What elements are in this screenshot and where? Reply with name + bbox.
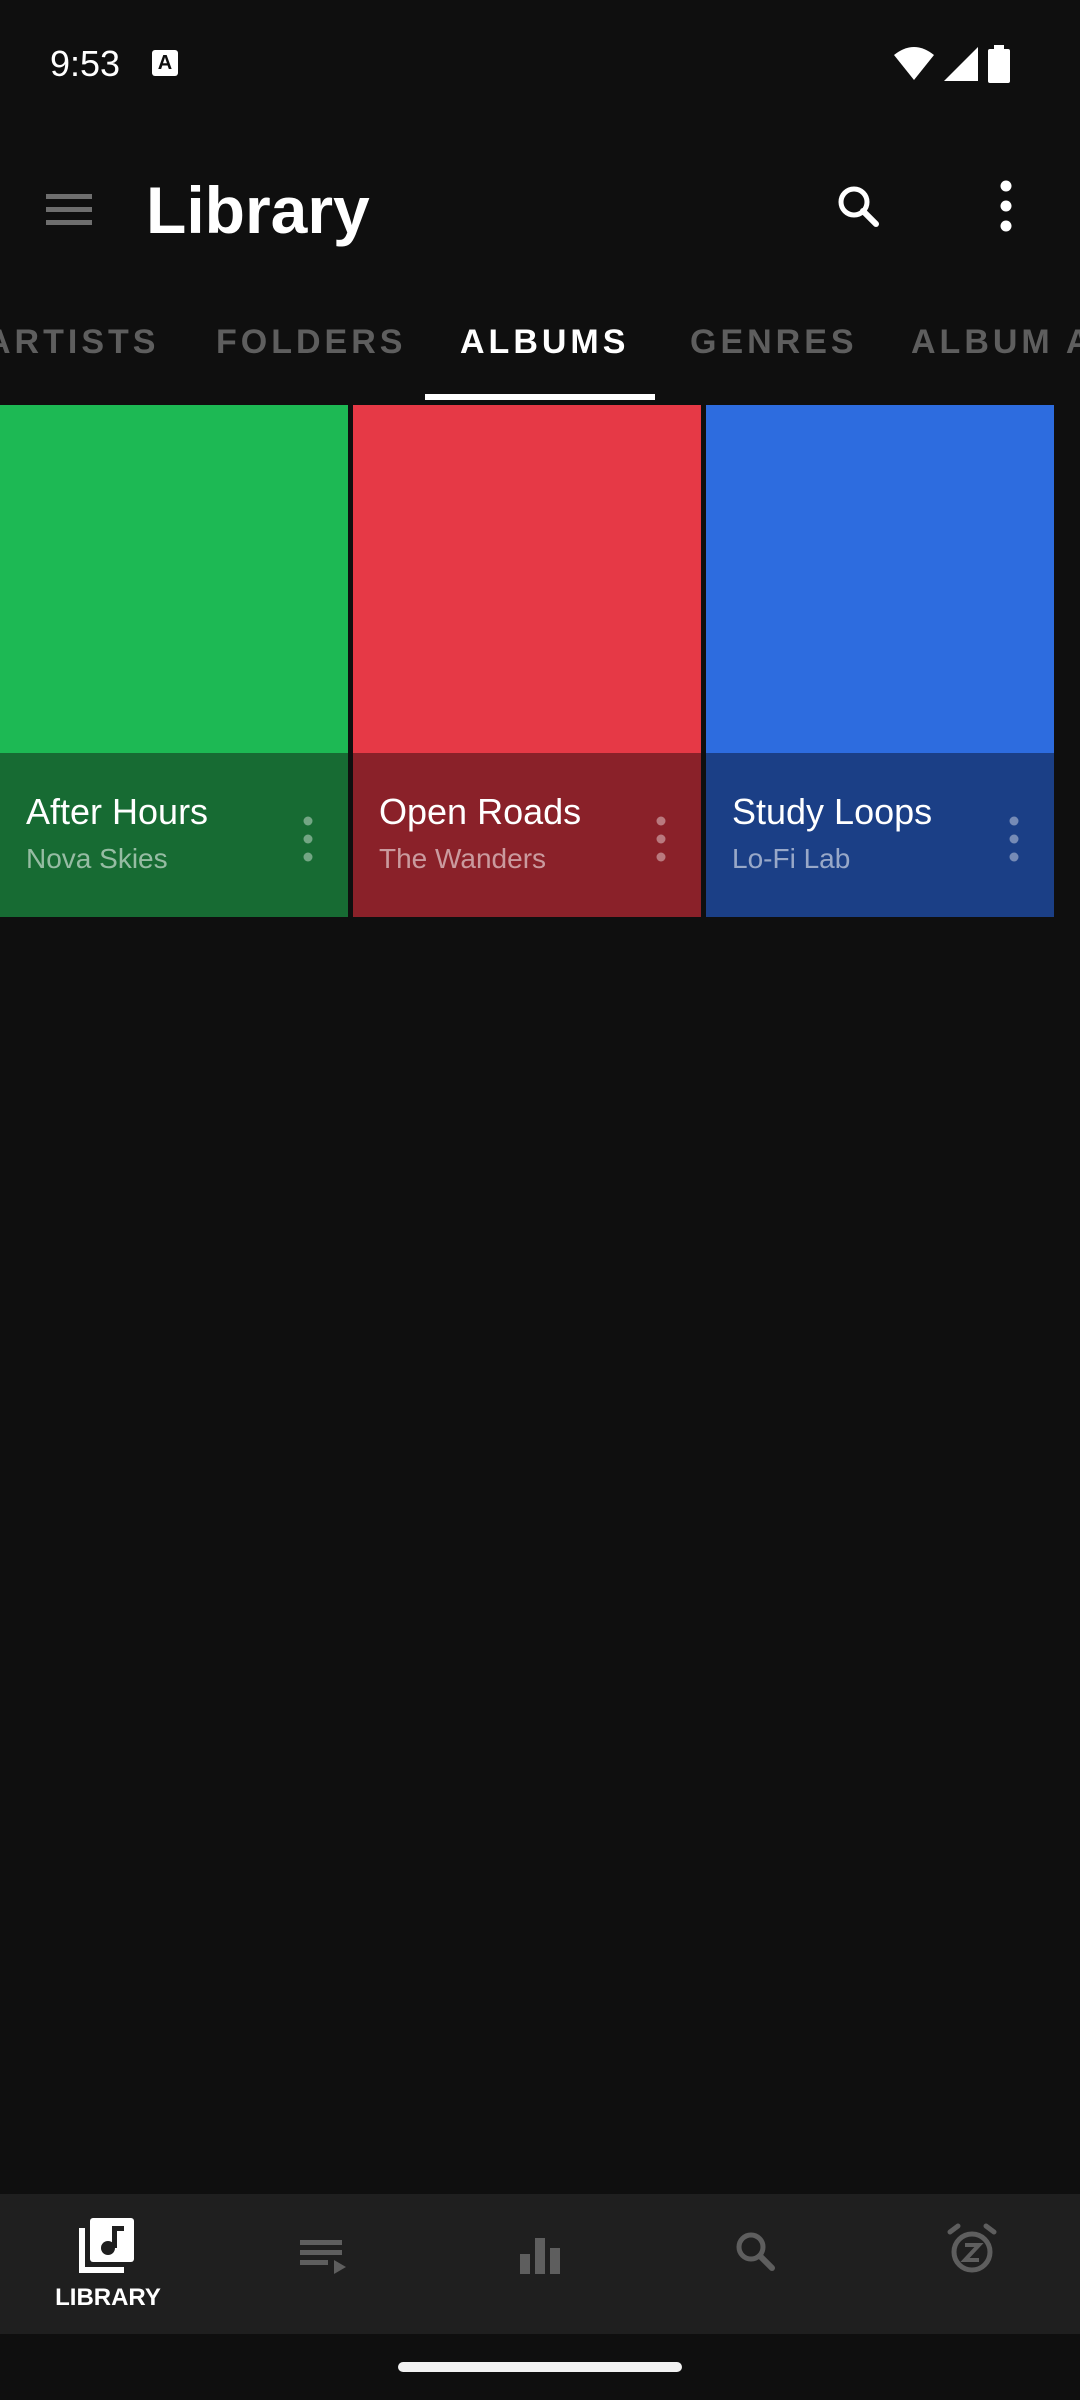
album-artist: The Wanders: [379, 843, 547, 874]
nav-label-library: LIBRARY: [55, 2284, 161, 2311]
tab-artists[interactable]: ARTISTS: [0, 320, 159, 364]
app-bar: Library: [0, 130, 1080, 290]
album-more-icon[interactable]: [641, 809, 681, 869]
status-bar: 9:53 A: [0, 0, 1080, 130]
album-art[interactable]: [706, 405, 1054, 753]
status-time: 9:53: [50, 43, 121, 84]
wifi-icon: [894, 47, 934, 80]
library-music-icon: [79, 2218, 134, 2273]
album-artist: Nova Skies: [26, 843, 168, 874]
album-artist: Lo-Fi Lab: [732, 843, 851, 874]
album-card[interactable]: Study Loops Lo-Fi Lab: [706, 405, 1054, 917]
cell-signal-icon: [944, 47, 978, 81]
bar-chart-icon: [520, 2238, 560, 2274]
nav-item-search[interactable]: [648, 2194, 864, 2334]
nav-item-library[interactable]: LIBRARY: [0, 2194, 216, 2334]
nav-item-queue[interactable]: [216, 2194, 432, 2334]
more-vertical-icon[interactable]: [970, 172, 1042, 244]
album-info: Study Loops Lo-Fi Lab: [706, 753, 1054, 917]
album-info: Open Roads The Wanders: [353, 753, 701, 917]
albums-grid: After Hours Nova Skies Open Roads The Wa…: [0, 405, 1080, 917]
active-tab-indicator: [425, 394, 655, 400]
sleep-timer-icon: [947, 2223, 997, 2273]
search-icon[interactable]: [822, 172, 894, 244]
nav-item-stats[interactable]: [432, 2194, 648, 2334]
album-art[interactable]: [0, 405, 348, 753]
album-art[interactable]: [353, 405, 701, 753]
library-tabs: ARTISTS FOLDERS ALBUMS GENRES ALBUM A: [0, 290, 1080, 400]
album-card[interactable]: Open Roads The Wanders: [353, 405, 701, 917]
app-screen: 9:53 A Library ARTISTS FOLDERS ALBUMS GE…: [0, 0, 1080, 2400]
album-info: After Hours Nova Skies: [0, 753, 348, 917]
nav-item-sleep-timer[interactable]: [864, 2194, 1080, 2334]
tab-album-artists[interactable]: ALBUM A: [911, 320, 1080, 364]
text-a-icon: A: [152, 50, 178, 76]
page-title: Library: [146, 173, 370, 247]
album-title: Open Roads: [379, 791, 582, 832]
playlist-play-icon: [300, 2240, 346, 2274]
tab-genres[interactable]: GENRES: [690, 320, 858, 364]
bottom-navigation: LIBRARY: [0, 2194, 1080, 2334]
hamburger-menu-icon[interactable]: [44, 190, 96, 230]
tab-folders[interactable]: FOLDERS: [216, 320, 406, 364]
album-more-icon[interactable]: [994, 809, 1034, 869]
battery-icon: [988, 45, 1010, 83]
album-more-icon[interactable]: [288, 809, 328, 869]
search-icon: [736, 2232, 775, 2271]
tab-albums[interactable]: ALBUMS: [460, 320, 629, 364]
home-gesture-bar[interactable]: [398, 2362, 682, 2372]
status-icons: [894, 44, 1010, 84]
album-title: After Hours: [26, 791, 209, 832]
album-card[interactable]: After Hours Nova Skies: [0, 405, 348, 917]
album-title: Study Loops: [732, 791, 933, 832]
